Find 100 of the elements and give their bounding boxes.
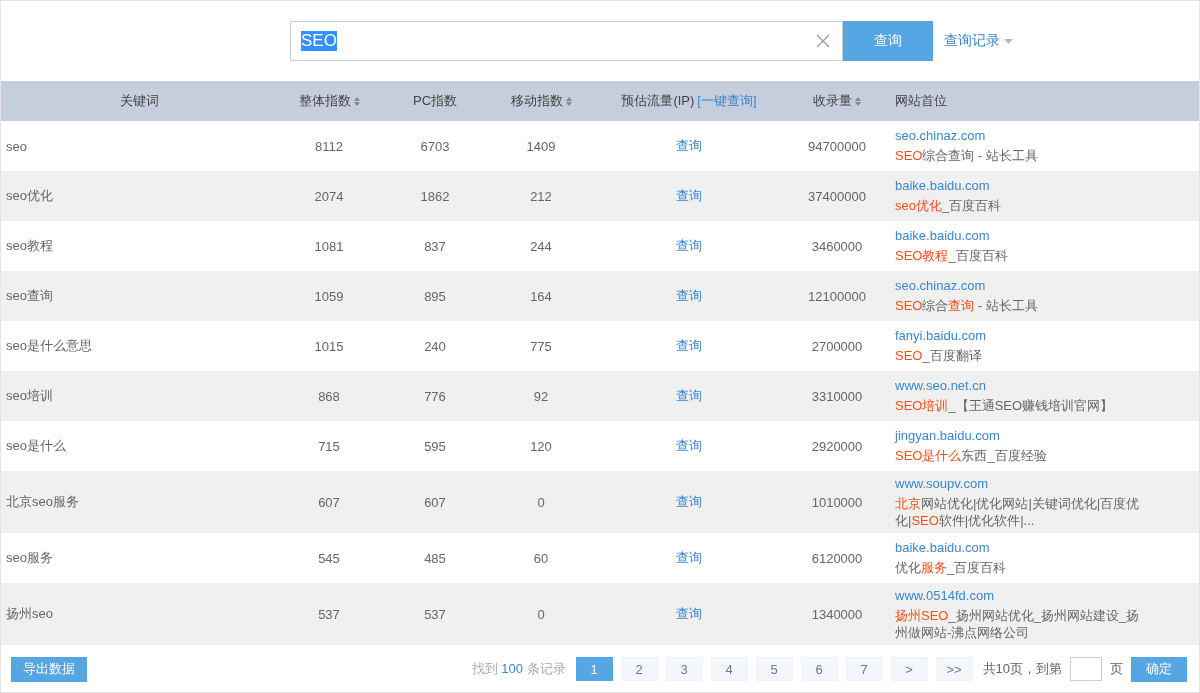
column-header[interactable]: 整体指数 [298, 92, 351, 110]
table-cell: 837 [424, 238, 446, 254]
site-link[interactable]: jingyan.baidu.com [895, 428, 1000, 443]
keyword-cell: seo服务 [6, 549, 53, 567]
sort-icon[interactable] [353, 96, 360, 106]
site-link[interactable]: www.0514fd.com [895, 587, 994, 603]
query-link[interactable]: 查询 [676, 605, 702, 623]
site-link[interactable]: seo.chinaz.com [895, 278, 986, 293]
site-title: SEO综合查询 - 站长工具 [895, 297, 1040, 314]
table-cell: 775 [530, 338, 552, 354]
page-button[interactable]: 4 [710, 657, 748, 681]
page-button[interactable]: 1 [575, 657, 613, 681]
table-cell: 1015 [314, 338, 344, 354]
table-cell: 537 [424, 606, 446, 622]
table-cell: 244 [530, 238, 552, 254]
table-cell: 0 [537, 606, 545, 622]
table-cell: 607 [424, 494, 446, 510]
table-cell: 1081 [314, 238, 344, 254]
site-link[interactable]: baike.baidu.com [895, 178, 990, 193]
table-cell: 868 [318, 388, 340, 404]
query-link[interactable]: 查询 [676, 337, 702, 355]
export-button[interactable]: 导出数据 [11, 656, 87, 682]
keyword-cell: seo培训 [6, 387, 53, 405]
table-cell: 2920000 [811, 438, 863, 454]
table-cell: 1059 [314, 288, 344, 304]
table-cell: 1010000 [811, 494, 863, 510]
site-link[interactable]: seo.chinaz.com [895, 128, 986, 143]
table-cell: 164 [530, 288, 552, 304]
record-count: 找到 100 条记录 [471, 660, 566, 678]
query-link[interactable]: 查询 [676, 237, 702, 255]
column-header[interactable]: 移动指数 [510, 92, 563, 110]
table-cell: 715 [318, 438, 340, 454]
search-value: SEO [301, 31, 337, 51]
table-cell: 1862 [420, 188, 450, 204]
column-header: PC指数 [412, 92, 458, 110]
column-header: 网站首位 [895, 92, 947, 110]
table-cell: 895 [424, 288, 446, 304]
query-link[interactable]: 查询 [676, 187, 702, 205]
site-title: 扬州SEO_扬州网站优化_扬州网站建设_扬州做网站-沸点网络公司 [895, 606, 1141, 641]
keyword-cell: seo教程 [6, 237, 53, 255]
table-cell: 0 [537, 494, 545, 510]
table-cell: 1409 [526, 138, 556, 154]
page-button[interactable]: >> [935, 657, 973, 681]
history-dropdown[interactable]: 查询记录 [944, 32, 1013, 50]
table-cell: 485 [424, 550, 446, 566]
page-button[interactable]: > [890, 657, 928, 681]
table-cell: 2074 [314, 188, 344, 204]
query-link[interactable]: 查询 [676, 437, 702, 455]
table-cell: 2700000 [811, 338, 863, 354]
site-link[interactable]: fanyi.baidu.com [895, 328, 987, 343]
site-link[interactable]: baike.baidu.com [895, 228, 990, 243]
query-link[interactable]: 查询 [676, 493, 702, 511]
table-cell: 595 [424, 438, 446, 454]
keyword-cell: seo是什么意思 [6, 337, 92, 355]
search-button[interactable]: 查询 [843, 21, 933, 61]
confirm-button[interactable]: 确定 [1131, 656, 1187, 682]
table-cell: 212 [530, 188, 552, 204]
table-cell: 607 [318, 494, 340, 510]
sort-icon[interactable] [565, 96, 572, 106]
site-title: SEO综合查询 - 站长工具 [895, 147, 1040, 164]
page-button[interactable]: 5 [755, 657, 793, 681]
table-cell: 120 [530, 438, 552, 454]
page-button[interactable]: 2 [620, 657, 658, 681]
table-cell: 12100000 [808, 288, 866, 304]
table-cell: 94700000 [808, 138, 866, 154]
keyword-cell: 北京seo服务 [6, 493, 79, 511]
sort-icon[interactable] [855, 96, 861, 106]
search-field[interactable]: SEO [290, 21, 843, 61]
site-title: seo优化_百度百科 [895, 197, 1003, 214]
query-link[interactable]: 查询 [676, 387, 702, 405]
keyword-cell: seo优化 [6, 187, 53, 205]
site-title: SEO是什么东西_百度经验 [895, 447, 1048, 464]
table-cell: 1340000 [811, 606, 863, 622]
page-button[interactable]: 7 [845, 657, 883, 681]
query-link[interactable]: 查询 [676, 549, 702, 567]
site-link[interactable]: www.soupv.com [895, 475, 988, 491]
keyword-cell: 扬州seo [6, 605, 53, 623]
page-input[interactable] [1070, 657, 1102, 681]
table-cell: 37400000 [808, 188, 866, 204]
table-cell: 537 [318, 606, 340, 622]
one-click-query-link[interactable]: [一键查询] [697, 92, 757, 110]
table-cell: 3460000 [811, 238, 863, 254]
column-header[interactable]: 收录量 [813, 92, 852, 110]
table-cell: 6703 [420, 138, 450, 154]
page-button[interactable]: 3 [665, 657, 703, 681]
site-title: 优化服务_百度百科 [895, 559, 1008, 576]
site-link[interactable]: baike.baidu.com [895, 540, 990, 555]
query-link[interactable]: 查询 [676, 287, 702, 305]
table-cell: 240 [424, 338, 446, 354]
column-header: 关键词 [119, 92, 159, 110]
page-unit: 页 [1110, 660, 1123, 678]
table-cell: 545 [318, 550, 340, 566]
keyword-cell: seo查询 [6, 287, 53, 305]
site-link[interactable]: www.seo.net.cn [895, 378, 987, 393]
site-title: SEO_百度翻译 [895, 347, 983, 364]
page-button[interactable]: 6 [800, 657, 838, 681]
clear-icon[interactable] [816, 34, 830, 48]
site-title: SEO培训_【王通SEO赚钱培训官网】 [895, 397, 1115, 414]
caret-icon [1004, 38, 1013, 44]
query-link[interactable]: 查询 [676, 137, 702, 155]
